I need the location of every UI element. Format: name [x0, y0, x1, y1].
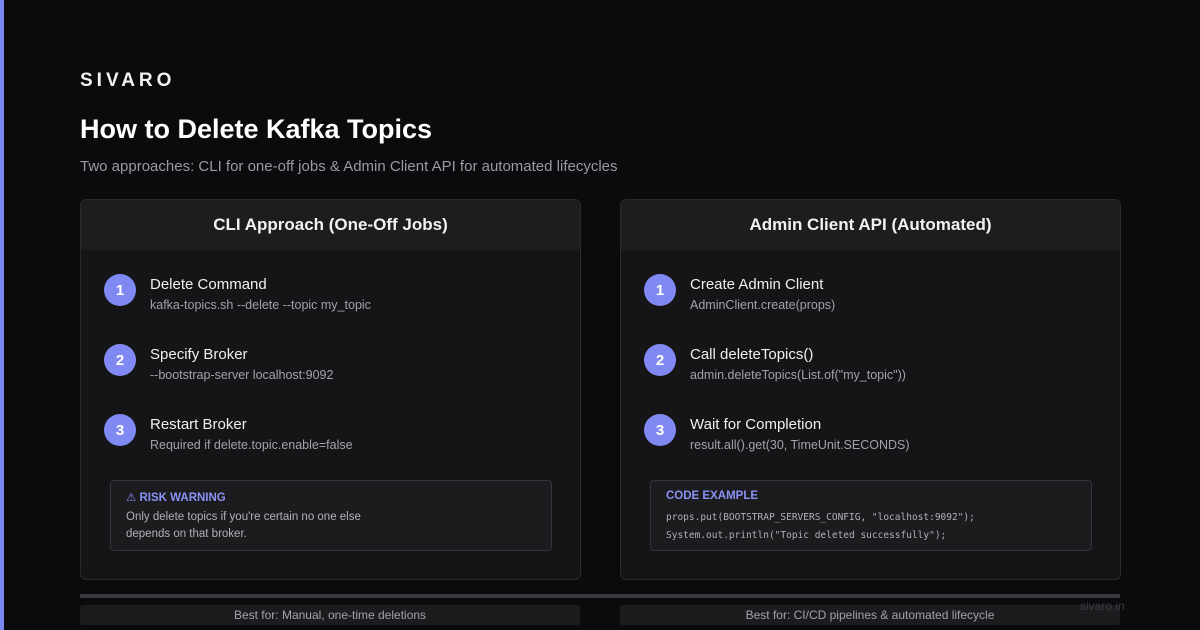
risk-warning-text: Only delete topics if you're certain no … [126, 511, 361, 540]
admin-client-api-card: Admin Client API (Automated) 1 Create Ad… [620, 199, 1121, 580]
cli-approach-card: CLI Approach (One-Off Jobs) 1 Delete Com… [80, 199, 581, 580]
step-number-badge: 2 [104, 344, 136, 376]
step-description: --bootstrap-server localhost:9092 [150, 368, 334, 382]
step-number-badge: 2 [644, 344, 676, 376]
page-title: How to Delete Kafka Topics [80, 114, 433, 144]
step-description: AdminClient.create(props) [690, 298, 836, 312]
step-title: Create Admin Client [690, 276, 824, 293]
code-example-block: props.put(BOOTSTRAP_SERVERS_CONFIG, "loc… [666, 509, 1076, 545]
risk-warning-label: ⚠ RISK WARNING [126, 492, 226, 504]
card-header: Admin Client API (Automated) [621, 200, 1120, 250]
accent-bar [0, 0, 4, 630]
best-for-cli-pill: Best for: Manual, one-time deletions [80, 605, 580, 625]
step-title: Call deleteTopics() [690, 346, 814, 363]
brand-logo: SIVARO [80, 70, 176, 91]
step-title: Restart Broker [150, 416, 247, 433]
step-number-badge: 1 [644, 274, 676, 306]
step-title: Delete Command [150, 276, 267, 293]
risk-warning-box: ⚠ RISK WARNING Only delete topics if you… [110, 480, 552, 551]
step-description: result.all().get(30, TimeUnit.SECONDS) [690, 438, 910, 452]
divider [80, 594, 1120, 598]
page-subtitle: Two approaches: CLI for one-off jobs & A… [80, 158, 618, 175]
code-example-label: CODE EXAMPLE [666, 490, 759, 502]
code-example-box: CODE EXAMPLE props.put(BOOTSTRAP_SERVERS… [650, 480, 1092, 551]
best-for-api-pill: Best for: CI/CD pipelines & automated li… [620, 605, 1120, 625]
card-header: CLI Approach (One-Off Jobs) [81, 200, 580, 250]
step-description: admin.deleteTopics(List.of("my_topic")) [690, 368, 906, 382]
code-line: System.out.println("Topic deleted succes… [666, 530, 947, 541]
step-description: kafka-topics.sh --delete --topic my_topi… [150, 298, 371, 312]
step-description: Required if delete.topic.enable=false [150, 438, 353, 452]
step-number-badge: 1 [104, 274, 136, 306]
step-number-badge: 3 [644, 414, 676, 446]
step-title: Specify Broker [150, 346, 248, 363]
step-number-badge: 3 [104, 414, 136, 446]
code-line: props.put(BOOTSTRAP_SERVERS_CONFIG, "loc… [666, 512, 975, 523]
watermark: sivaro.in [1080, 599, 1125, 613]
step-title: Wait for Completion [690, 416, 822, 433]
